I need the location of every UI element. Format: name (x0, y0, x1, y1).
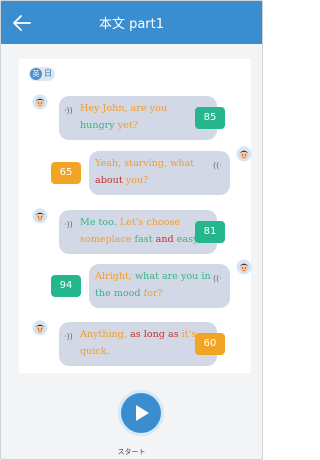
app-screen: 本文 part1 英 日 ·)) Hey John, are you hungry … (0, 0, 263, 460)
message-line: Alright, what are you in (95, 268, 211, 285)
message-line: hungry yet? (80, 117, 167, 134)
message-segment: yet? (114, 120, 138, 131)
avatar-icon (236, 146, 252, 162)
page-title: 本文 part1 (98, 17, 165, 32)
avatar-icon (236, 259, 252, 275)
score-badge: 81 (195, 221, 225, 243)
play-icon (136, 405, 149, 421)
message-segment: and (152, 234, 174, 245)
message-segment: someplace (80, 234, 132, 245)
message-line: Me too. Let's choose (80, 214, 200, 231)
message-segment: as long as (130, 329, 179, 340)
message-segment: about (95, 175, 123, 186)
speaker-icon[interactable]: ·)) (64, 331, 73, 343)
score-badge: 60 (195, 333, 225, 355)
avatar-icon (32, 320, 48, 336)
message-line: Anything, as long as it's (80, 326, 196, 343)
message-segment: for? (140, 288, 163, 299)
avatar-icon (32, 208, 48, 224)
message-segment: what are you in (131, 271, 211, 282)
language-label: 日 (44, 69, 52, 78)
message-line: about you? (95, 172, 194, 189)
score-badge: 85 (195, 107, 225, 129)
start-label: スタート (117, 448, 146, 456)
message-segment: the mood (95, 288, 141, 299)
language-toggle[interactable]: 英 日 (29, 67, 55, 81)
message-line: Hey John, are you (80, 100, 167, 117)
message-segment: hungry (80, 120, 115, 131)
message-text: Alright, what are you in the mood for? (95, 268, 211, 302)
message-segment: you? (122, 175, 149, 186)
message-segment: fast (131, 234, 153, 245)
speaker-icon[interactable]: ((· (213, 160, 222, 172)
speaker-icon[interactable]: ·)) (64, 219, 73, 231)
message-line: the mood for? (95, 285, 211, 302)
header-bar: 本文 part1 (1, 1, 262, 44)
message-text: Me too. Let's choose someplace fast and e… (80, 214, 200, 248)
message-segment: it's (178, 329, 197, 340)
message-text: Hey John, are you hungry yet? (80, 100, 167, 134)
message-segment: Anything, (80, 329, 131, 340)
score-badge: 94 (51, 275, 81, 297)
message-text: Yeah, starving, what about you? (95, 155, 194, 189)
message-segment: Me too. (80, 217, 120, 228)
start-play-button[interactable] (121, 393, 161, 433)
message-segment: Alright, (95, 271, 132, 282)
message-segment: Yeah, starving, what (95, 158, 195, 169)
message-line: someplace fast and easy. (80, 231, 200, 248)
language-icon: 英 (30, 68, 42, 80)
speaker-icon[interactable]: ·)) (64, 105, 73, 117)
message-segment: Let's choose (119, 217, 181, 228)
message-line: quick. (80, 343, 196, 360)
message-text: Anything, as long as it's quick. (80, 326, 196, 360)
score-badge: 65 (51, 162, 81, 184)
message-segment: Hey John, are you (80, 103, 167, 114)
message-line: Yeah, starving, what (95, 155, 194, 172)
message-segment: quick. (80, 346, 110, 357)
speaker-icon[interactable]: ((· (213, 273, 222, 285)
avatar-icon (32, 94, 48, 110)
